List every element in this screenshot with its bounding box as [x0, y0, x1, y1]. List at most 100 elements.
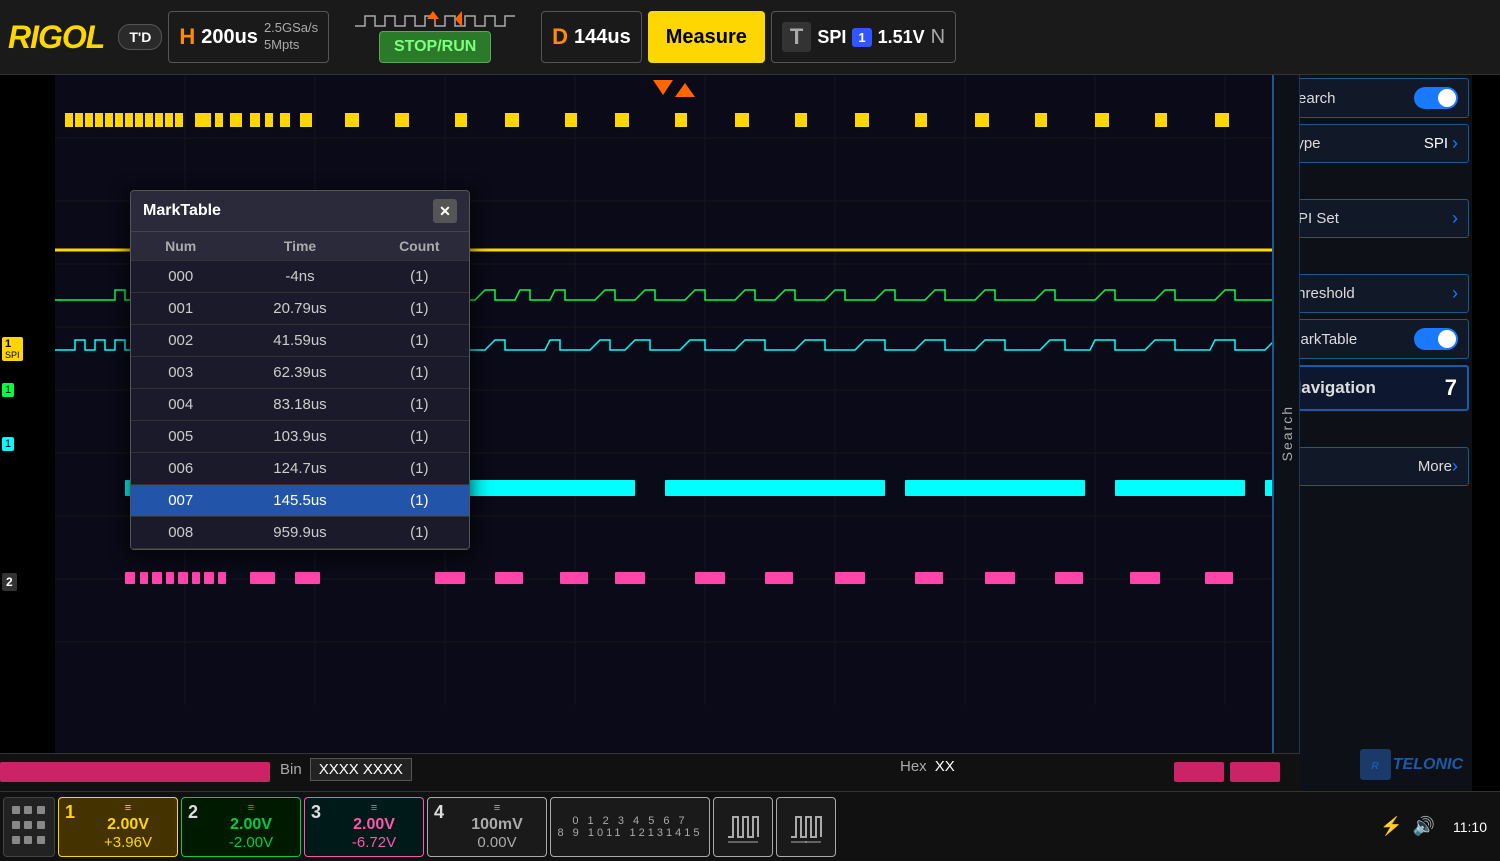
more-button[interactable]: More › [1277, 447, 1469, 486]
ch2-icon: ≡ [248, 802, 254, 814]
row-count: (1) [370, 492, 469, 509]
gii-button[interactable] [776, 797, 836, 857]
ch1-bottom[interactable]: 1 ≡ 2.00V +3.96V [58, 797, 178, 857]
svg-text:R: R [1371, 761, 1379, 772]
spi-set-panel-item[interactable]: SPI Set › [1277, 199, 1469, 238]
search-tab-label: Search [1279, 405, 1295, 461]
stop-run-button[interactable]: STOP/RUN [379, 31, 491, 63]
grid-dot-4 [12, 821, 20, 829]
ch4-bottom[interactable]: 4 ≡ 100mV 0.00V [427, 797, 547, 857]
bin-label: Bin [280, 761, 302, 778]
ch1-icon: ≡ [125, 802, 131, 814]
ch4-voltage1: 100mV [471, 816, 523, 834]
threshold-panel-item[interactable]: Threshold › [1277, 274, 1469, 313]
navigation-number: 7 [1445, 375, 1457, 401]
ch2-bottom[interactable]: 2 ≡ 2.00V -2.00V [181, 797, 301, 857]
search-toggle[interactable] [1414, 87, 1458, 109]
table-row[interactable]: 006 124.7us (1) [131, 453, 469, 485]
bin-hex-bar: Bin XXXX XXXX Hex XX [0, 753, 1300, 791]
gi-button[interactable] [713, 797, 773, 857]
row-time: 20.79us [230, 300, 369, 317]
row-num: 001 [131, 300, 230, 317]
more-arrow-icon: › [1452, 456, 1458, 477]
spi-badge: 1 [852, 28, 871, 47]
n-label: N [931, 26, 945, 49]
col-num-header: Num [131, 238, 230, 254]
spi-group[interactable]: T SPI 1 1.51V N [771, 11, 956, 63]
grid-dot-5 [24, 821, 32, 829]
grid-dot-1 [12, 806, 20, 814]
grid-dot-3 [37, 806, 45, 814]
telonic-logo: R TELONIC [1277, 741, 1469, 788]
type-panel-item[interactable]: Type SPI › [1277, 124, 1469, 163]
marktable-dialog: MarkTable ✕ Num Time Count 000 -4ns (1) … [130, 190, 470, 550]
col-time-header: Time [230, 238, 369, 254]
h-label: H [179, 24, 195, 50]
t-label: T [782, 22, 811, 52]
ch2-voltage2: -2.00V [229, 834, 273, 851]
rigol-logo: RIGOL [8, 19, 104, 56]
search-toggle-knob [1438, 89, 1456, 107]
row-num: 007 [131, 492, 230, 509]
measure-button[interactable]: Measure [648, 11, 765, 63]
ch4-voltage2: 0.00V [477, 834, 516, 851]
row-time: 62.39us [230, 364, 369, 381]
row-num: 004 [131, 396, 230, 413]
marktable-close-button[interactable]: ✕ [433, 199, 457, 223]
row-count: (1) [370, 268, 469, 285]
marktable-title: MarkTable [143, 202, 221, 220]
hex-value: XX [935, 758, 955, 775]
spi-label: SPI [817, 27, 846, 48]
h-group[interactable]: H 200us 2.5GSa/s5Mpts [168, 11, 329, 63]
marktable-header: MarkTable ✕ [131, 191, 469, 232]
telonic-logo-icon: R [1358, 747, 1393, 782]
d2-label: 2 [2, 575, 17, 589]
gi-wave-svg [723, 807, 763, 847]
row-count: (1) [370, 460, 469, 477]
d-value: 144us [574, 26, 631, 49]
threshold-arrow-icon: › [1452, 283, 1458, 304]
table-row-selected[interactable]: 007 145.5us (1) [131, 485, 469, 517]
d-group[interactable]: D 144us [541, 11, 642, 63]
h-value: 200us [201, 26, 258, 49]
row-num: 006 [131, 460, 230, 477]
ch1-voltage2: +3.96V [104, 834, 152, 851]
table-row[interactable]: 002 41.59us (1) [131, 325, 469, 357]
more-label: More [1418, 458, 1452, 475]
ch4-icon: ≡ [494, 802, 500, 814]
row-count: (1) [370, 300, 469, 317]
l-channel-bottom[interactable]: 0 1 2 3 4 5 6 7 8 9 1011 12131415 [550, 797, 710, 857]
row-count: (1) [370, 332, 469, 349]
l-digits-bot: 8 9 1011 12131415 [558, 827, 703, 839]
row-count: (1) [370, 364, 469, 381]
td-badge[interactable]: T'D [118, 24, 162, 50]
ch1-voltage1: 2.00V [107, 816, 149, 834]
grid-dot-8 [24, 836, 32, 844]
grid-dot-9 [37, 836, 45, 844]
row-count: (1) [370, 396, 469, 413]
telonic-text: TELONIC [1393, 756, 1463, 774]
row-num: 000 [131, 268, 230, 285]
search-tab[interactable]: Search [1272, 75, 1300, 791]
table-row[interactable]: 000 -4ns (1) [131, 261, 469, 293]
table-row[interactable]: 001 20.79us (1) [131, 293, 469, 325]
table-row[interactable]: 008 959.9us (1) [131, 517, 469, 549]
gii-wave-svg [786, 807, 826, 847]
row-time: 145.5us [230, 492, 369, 509]
table-row[interactable]: 005 103.9us (1) [131, 421, 469, 453]
ch3-bottom[interactable]: 3 ≡ 2.00V -6.72V [304, 797, 424, 857]
ch1-num: 1 [65, 802, 75, 823]
grid-button[interactable] [3, 797, 55, 857]
table-row[interactable]: 003 62.39us (1) [131, 357, 469, 389]
ch2-num: 2 [188, 802, 198, 823]
spi-voltage: 1.51V [878, 27, 925, 48]
search-panel-item[interactable]: Search [1277, 78, 1469, 118]
type-arrow-icon: › [1452, 133, 1458, 154]
marktable-toggle[interactable] [1414, 328, 1458, 350]
ch1-label: 1 SPI [2, 337, 23, 361]
col-count-header: Count [370, 238, 469, 254]
table-row[interactable]: 004 83.18us (1) [131, 389, 469, 421]
navigation-panel[interactable]: Navigation 7 [1277, 365, 1469, 411]
marktable-panel-item[interactable]: MarkTable [1277, 319, 1469, 359]
ch3-voltage2: -6.72V [352, 834, 396, 851]
